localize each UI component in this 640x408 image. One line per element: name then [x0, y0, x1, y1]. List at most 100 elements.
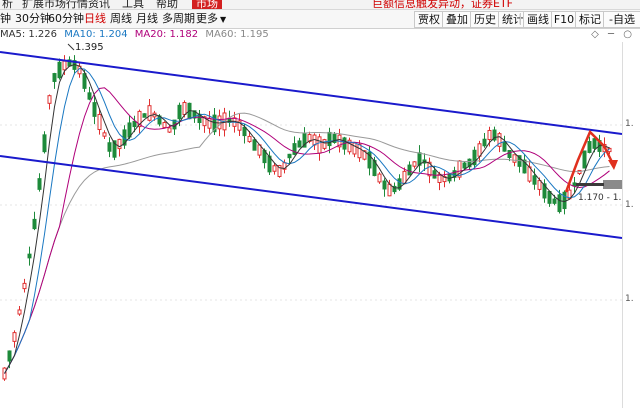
period-60min[interactable]: 60分钟	[48, 12, 84, 26]
candle	[582, 150, 587, 169]
candle	[592, 138, 597, 149]
candle	[247, 135, 252, 143]
ma20-value: MA20: 1.182	[134, 29, 199, 40]
high-marker	[67, 43, 75, 51]
period-multi[interactable]: 多周期	[162, 12, 195, 26]
candle	[462, 162, 467, 169]
ma-legend: MA5: 1.226 MA10: 1.204 MA20: 1.182 MA60:…	[0, 28, 273, 42]
candle	[502, 141, 507, 152]
candle	[547, 190, 552, 204]
candle	[102, 132, 107, 137]
chart-window-controls: ◇ ─ ○	[585, 29, 632, 40]
menu-notice[interactable]: 巨额信息触发异动，证券ETF	[372, 0, 513, 9]
candle	[207, 117, 212, 129]
menu-item-news[interactable]: 资讯	[88, 0, 110, 9]
candle	[47, 95, 52, 104]
axis-label-1: 1.	[625, 119, 634, 129]
candle	[252, 139, 257, 151]
candles	[2, 55, 612, 381]
menu-item-market[interactable]: 市场	[192, 0, 222, 9]
overlay-button[interactable]: 叠加	[442, 11, 472, 28]
menu-item-extended-market[interactable]: 扩展市场行情	[22, 0, 88, 9]
candle	[477, 143, 482, 157]
expand-icon[interactable]: ◇	[591, 29, 599, 40]
candle	[97, 113, 102, 131]
mark-button[interactable]: 标记	[575, 11, 605, 28]
candle	[52, 73, 57, 82]
candle	[507, 150, 512, 158]
candle	[587, 141, 592, 153]
ma20-line	[4, 87, 610, 374]
menu-bar: 析 扩展市场行情 资讯 工具 帮助 市场 巨额信息触发异动，证券ETF	[0, 0, 640, 10]
candle	[432, 170, 437, 179]
rights-button[interactable]: 贾权	[414, 11, 444, 28]
axis-label-3: 1.	[625, 294, 634, 304]
candle	[557, 194, 562, 213]
candle	[537, 180, 542, 190]
period-30min[interactable]: 30分钟	[15, 12, 51, 26]
candle	[127, 122, 132, 138]
candle	[297, 140, 302, 148]
watchlist-label: 自选	[612, 13, 635, 26]
candle	[62, 60, 67, 71]
candle	[22, 282, 27, 290]
candle	[317, 136, 322, 154]
candle	[327, 131, 332, 147]
candle	[142, 113, 147, 118]
candle	[17, 309, 22, 315]
candle	[242, 126, 247, 137]
chart-toolbar: 钟 30分钟 60分钟 日线 周线 月线 多周期 更多 ▼ 贾权 叠加 历史 统…	[0, 10, 640, 29]
red-arrow-head	[608, 160, 618, 170]
candle	[32, 218, 37, 230]
period-more[interactable]: 更多	[196, 12, 218, 26]
candle	[7, 350, 12, 362]
candle	[552, 198, 557, 204]
candle	[107, 142, 112, 152]
candle	[27, 253, 32, 259]
candle	[87, 92, 92, 100]
candle	[42, 134, 47, 153]
candle	[147, 105, 152, 121]
candle	[287, 153, 292, 159]
watchlist-button[interactable]: -自选	[603, 11, 640, 28]
candle	[357, 143, 362, 159]
candle	[387, 183, 392, 197]
menu-item-help[interactable]: 帮助	[156, 0, 178, 9]
ma60-value: MA60: 1.195	[205, 29, 269, 40]
candle	[12, 332, 17, 342]
current-price-tag	[603, 180, 622, 189]
candle	[37, 178, 42, 190]
period-monthly[interactable]: 月线	[136, 12, 158, 26]
minimize-icon[interactable]: ─	[608, 29, 614, 40]
candle	[167, 127, 172, 133]
draw-line-button[interactable]: 画线	[523, 11, 553, 28]
candle	[162, 122, 167, 128]
f10-button[interactable]: F10	[551, 11, 577, 28]
candle	[377, 173, 382, 183]
menu-item-analysis[interactable]: 析	[2, 0, 13, 9]
chevron-down-icon[interactable]: ▼	[220, 13, 226, 27]
menu-item-tools[interactable]: 工具	[122, 0, 144, 9]
candle	[322, 139, 327, 149]
candle	[562, 191, 567, 210]
candle	[412, 161, 417, 167]
period-daily[interactable]: 日线	[84, 12, 106, 26]
candle	[292, 143, 297, 155]
period-minute[interactable]: 钟	[0, 12, 11, 26]
period-weekly[interactable]: 周线	[110, 12, 132, 26]
high-price-label: 1.395	[75, 42, 104, 53]
history-button[interactable]: 历史	[470, 11, 500, 28]
axis-label-2: 1.	[625, 200, 634, 210]
low-price-label: 1.170 - 1.1	[578, 193, 622, 203]
toolbar-divider	[520, 13, 521, 25]
ma5-value: MA5: 1.226	[0, 29, 58, 40]
current-price-line	[576, 183, 604, 186]
candle	[482, 138, 487, 147]
close-icon[interactable]: ○	[623, 29, 632, 40]
candle	[182, 102, 187, 115]
candle	[57, 61, 62, 79]
candle	[132, 120, 137, 128]
candlestick-chart[interactable]: 1.395 1.170 - 1.1	[0, 42, 622, 408]
candle	[352, 142, 357, 155]
candle	[407, 164, 412, 176]
